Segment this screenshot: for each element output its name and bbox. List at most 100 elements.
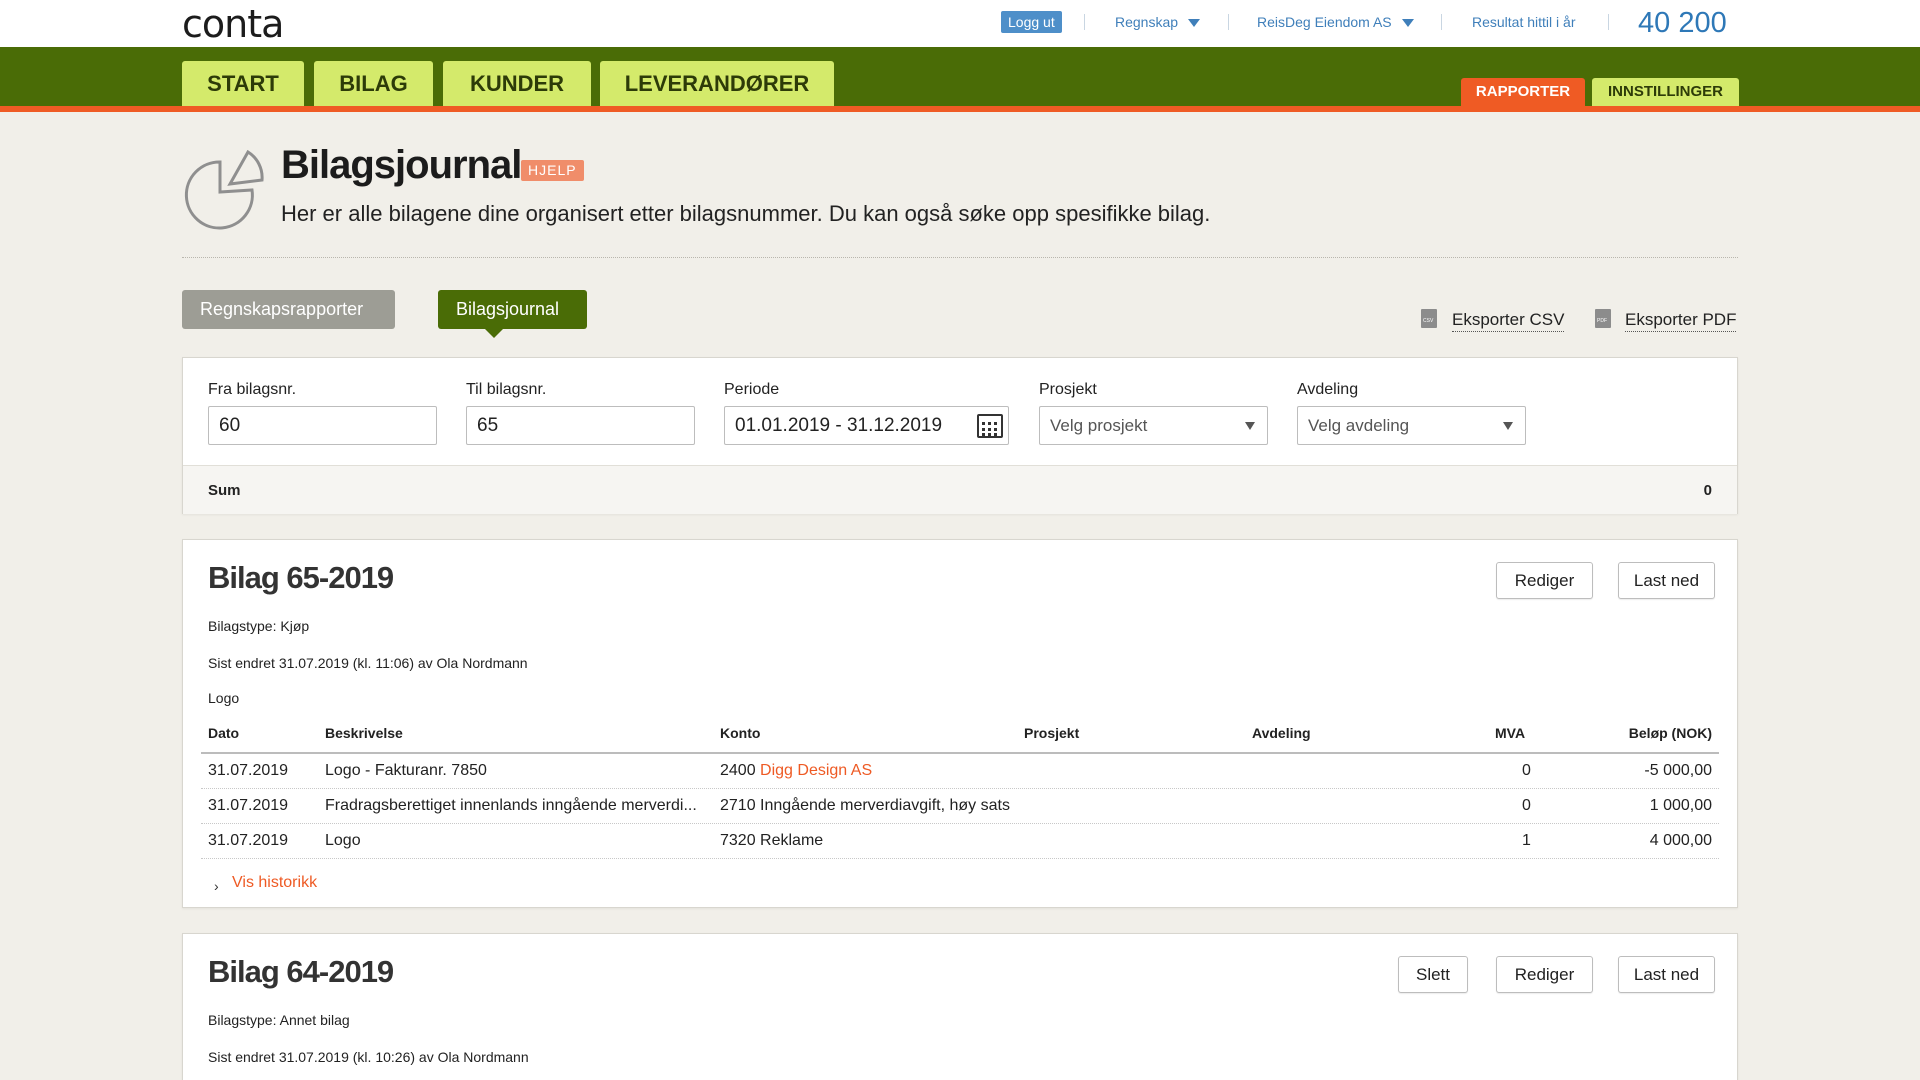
row-mva: 0 xyxy=(1522,797,1531,814)
row-amount: 1 000,00 xyxy=(1649,797,1712,814)
project-select[interactable]: Velg prosjekt xyxy=(1039,406,1268,445)
result-value: 40 200 xyxy=(1638,7,1727,39)
account-name: Reklame xyxy=(760,832,824,849)
project-select-value: Velg prosjekt xyxy=(1050,416,1148,435)
table-header-rule xyxy=(201,752,1719,754)
voucher-last-changed: Sist endret 31.07.2019 (kl. 10:26) av Ol… xyxy=(208,1049,529,1065)
calendar-icon[interactable] xyxy=(977,414,1003,438)
tab-bilag[interactable]: BILAG xyxy=(314,61,433,106)
from-label: Fra bilagsnr. xyxy=(208,381,297,398)
dropdown-arrow-icon xyxy=(1503,422,1513,430)
subtab-regnskapsrapporter[interactable]: Regnskapsrapporter xyxy=(182,290,395,329)
pie-chart-icon xyxy=(184,149,264,230)
row-mva: 1 xyxy=(1522,832,1531,849)
column-header: MVA xyxy=(1495,725,1526,741)
download-button[interactable]: Last ned xyxy=(1618,956,1715,993)
pdf-icon-text: PDF xyxy=(1597,318,1607,324)
voucher-title: Bilag 65-2019 xyxy=(208,560,394,595)
voucher-type: Bilagstype: Kjøp xyxy=(208,618,310,634)
sum-row: Sum 0 xyxy=(183,465,1737,514)
column-header: Prosjekt xyxy=(1024,725,1080,741)
column-header: Dato xyxy=(208,725,240,741)
edit-button[interactable]: Rediger xyxy=(1496,956,1593,993)
show-history-link[interactable]: Vis historikk xyxy=(232,874,317,892)
nav-stripe xyxy=(0,106,1920,112)
row-divider xyxy=(201,858,1719,859)
chevron-down-icon xyxy=(1401,19,1414,28)
export-csv-link[interactable]: Eksporter CSV xyxy=(1452,309,1565,332)
csv-icon-text: CSV xyxy=(1423,318,1434,324)
supplier-link[interactable]: Digg Design AS xyxy=(760,762,872,779)
row-account: 2400 Digg Design AS xyxy=(720,762,872,780)
divider xyxy=(1084,14,1085,30)
company-name: ReisDeg Eiendom AS xyxy=(1257,14,1392,30)
logout-button[interactable]: Logg ut xyxy=(1001,11,1062,33)
row-description: Fradragsberettiget innenlands inngående … xyxy=(325,797,697,814)
column-header: Beskrivelse xyxy=(325,725,403,741)
top-bar: conta Logg ut Regnskap ReisDeg Eiendom A… xyxy=(0,0,1920,47)
account-number: 7320 xyxy=(720,832,756,849)
tab-start[interactable]: START xyxy=(182,61,304,106)
period-input[interactable]: 01.01.2019 - 31.12.2019 xyxy=(724,406,1009,445)
dropdown-arrow-icon xyxy=(1245,422,1255,430)
chevron-right-icon[interactable]: › xyxy=(214,878,219,894)
divider xyxy=(1608,14,1609,30)
tab-innstillinger[interactable]: INNSTILLINGER xyxy=(1592,78,1739,106)
divider xyxy=(1441,14,1442,30)
voucher-title: Bilag 64-2019 xyxy=(208,954,394,989)
column-header: Beløp (NOK) xyxy=(1628,725,1712,741)
to-voucher-input[interactable]: 65 xyxy=(466,406,695,445)
voucher-description: Logo xyxy=(208,690,240,706)
row-date: 31.07.2019 xyxy=(208,762,289,779)
tab-rapporter[interactable]: RAPPORTER xyxy=(1461,78,1585,106)
chevron-down-icon xyxy=(1188,19,1201,28)
period-label: Periode xyxy=(724,381,780,398)
voucher-card: Bilag 64-2019 Slett Rediger Last ned Bil… xyxy=(182,933,1738,1080)
department-select[interactable]: Velg avdeling xyxy=(1297,406,1526,445)
divider xyxy=(182,257,1738,258)
download-button[interactable]: Last ned xyxy=(1618,562,1715,599)
account-number: 2710 xyxy=(720,797,756,814)
row-account: 7320 Reklame xyxy=(720,832,823,850)
divider xyxy=(1228,14,1229,30)
sum-label: Sum xyxy=(208,482,241,499)
subtab-bilagsjournal[interactable]: Bilagsjournal xyxy=(438,290,587,329)
column-header: Konto xyxy=(720,725,761,741)
row-divider xyxy=(201,823,1719,824)
conta-logo[interactable]: conta xyxy=(182,2,284,46)
regnskap-menu[interactable]: Regnskap xyxy=(1115,12,1201,32)
help-badge[interactable]: HJELP xyxy=(521,160,584,181)
result-label: Resultat hittil i år xyxy=(1472,14,1576,30)
export-pdf-link[interactable]: Eksporter PDF xyxy=(1625,309,1737,332)
tab-leverandorer[interactable]: LEVERANDØRER xyxy=(600,61,834,106)
page-subtitle: Her er alle bilagene dine organisert ett… xyxy=(281,201,1211,226)
project-label: Prosjekt xyxy=(1039,381,1097,398)
row-amount: -5 000,00 xyxy=(1644,762,1712,779)
account-name: Inngående merverdiavgift, høy sats xyxy=(760,797,1010,814)
row-date: 31.07.2019 xyxy=(208,797,289,814)
active-tab-pointer xyxy=(485,329,503,338)
row-account: 2710 Inngående merverdiavgift, høy sats xyxy=(720,797,1010,815)
edit-button[interactable]: Rediger xyxy=(1496,562,1593,599)
filter-panel: Fra bilagsnr. 60 Til bilagsnr. 65 Period… xyxy=(182,357,1738,514)
row-date: 31.07.2019 xyxy=(208,832,289,849)
department-select-value: Velg avdeling xyxy=(1308,416,1410,435)
company-selector[interactable]: ReisDeg Eiendom AS xyxy=(1257,12,1414,32)
department-label: Avdeling xyxy=(1297,381,1359,398)
voucher-card: Bilag 65-2019 Rediger Last ned Bilagstyp… xyxy=(182,539,1738,908)
voucher-type: Bilagstype: Annet bilag xyxy=(208,1012,350,1028)
voucher-last-changed: Sist endret 31.07.2019 (kl. 11:06) av Ol… xyxy=(208,655,528,671)
account-number: 2400 xyxy=(720,762,756,779)
delete-button[interactable]: Slett xyxy=(1398,956,1468,993)
column-header: Avdeling xyxy=(1252,725,1311,741)
csv-file-icon: CSV xyxy=(1421,309,1437,328)
pdf-file-icon: PDF xyxy=(1595,309,1611,328)
row-description: Logo - Fakturanr. 7850 xyxy=(325,762,487,779)
from-voucher-input[interactable]: 60 xyxy=(208,406,437,445)
row-amount: 4 000,00 xyxy=(1649,832,1712,849)
sum-value: 0 xyxy=(1703,482,1712,499)
to-label: Til bilagsnr. xyxy=(466,381,547,398)
tab-kunder[interactable]: KUNDER xyxy=(443,61,591,106)
page-title: Bilagsjournal xyxy=(281,143,522,187)
period-value: 01.01.2019 - 31.12.2019 xyxy=(735,415,943,436)
